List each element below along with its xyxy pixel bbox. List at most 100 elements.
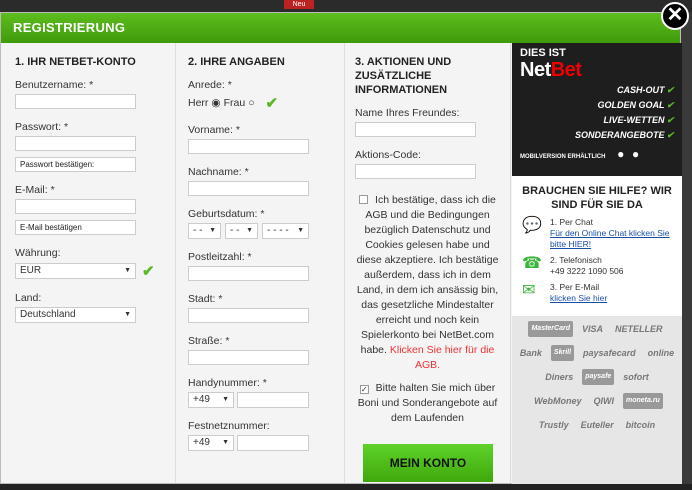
phone-title: 2. Telefonisch [550, 255, 602, 265]
chat-title: 1. Per Chat [550, 217, 593, 227]
promotions-section-title: 3. AKTIONEN UND ZUSÄTZLICHE INFORMATIONE… [355, 56, 452, 96]
payment-logo: Bank [519, 348, 542, 358]
dob-year-select[interactable]: - - - - ▼ [262, 223, 309, 239]
chevron-down-icon: ▼ [124, 267, 131, 274]
payment-logo-grid: MasterCard VISA NETELLER Bank Skrill paysafec… [516, 321, 678, 433]
email-input[interactable] [15, 199, 136, 214]
mobile-input[interactable] [237, 392, 309, 408]
netbet-logo: NetBet [520, 59, 674, 82]
logo-net: Net [520, 59, 551, 81]
payment-methods: MasterCard VISA NETELLER Bank Skrill paysafec… [512, 316, 682, 485]
newsletter-checkbox[interactable]: ✓ [359, 385, 369, 394]
help-chat-row: 💬 1. Per Chat Für den Online Chat klicke… [518, 217, 676, 250]
modal-header: REGISTRIERUNG [1, 13, 680, 43]
payment-logo: QIWI [593, 396, 615, 406]
promo-code-input[interactable] [355, 164, 476, 179]
payment-logo: Trustly [538, 420, 569, 430]
terms-block: Ich bestätige, dass ich die AGB und die … [355, 193, 500, 373]
feature-item: SONDERANGEBOTE ✔ [574, 130, 674, 140]
city-input[interactable] [188, 308, 309, 323]
payment-logo: paysafecard [583, 348, 636, 358]
details-section-title: 2. IHRE ANGABEN [188, 56, 285, 68]
payment-logo: MasterCard [528, 321, 573, 337]
feature-item: GOLDEN GOAL ✔ [597, 100, 674, 110]
payment-logo: online [647, 348, 675, 358]
chevron-down-icon: ▼ [209, 227, 216, 234]
terms-link[interactable]: Klicken Sie hier für die AGB. [390, 344, 494, 371]
friend-input[interactable] [355, 122, 476, 137]
apple-icon[interactable]: ● [617, 147, 624, 161]
friend-label: Name Ihres Freundes: [355, 107, 460, 119]
salutation-frau-label: Frau [223, 97, 246, 109]
chat-link[interactable]: Für den Online Chat klicken Sie bitte HI… [550, 228, 670, 249]
salutation-frau-radio[interactable]: ○ [248, 97, 254, 109]
first-name-input[interactable] [188, 139, 309, 154]
mobile-prefix-select[interactable]: +49 ▼ [188, 392, 234, 408]
currency-select[interactable]: EUR ▼ [15, 263, 136, 279]
landline-prefix-select[interactable]: +49 ▼ [188, 435, 234, 451]
close-button[interactable]: ✕ [661, 2, 689, 30]
postcode-input[interactable] [188, 266, 309, 281]
password-input[interactable] [15, 136, 136, 151]
help-section: BRAUCHEN SIE HILFE? WIR SIND FÜR SIE DA … [512, 176, 682, 316]
create-account-button[interactable]: MEIN KONTO ERSTELLEN [363, 444, 493, 482]
email-label: E-Mail: * [15, 184, 55, 196]
newsletter-text: Bitte halten Sie mich über Boni und Sond… [357, 382, 498, 424]
email-title: 3. Per E-Mail [550, 282, 600, 292]
email-confirm-input[interactable]: E-Mail bestätigen [15, 220, 136, 235]
help-email-row: ✉ 3. Per E-Mail klicken Sie hier [518, 282, 676, 304]
account-section-title: 1. IHR NETBET-KONTO [15, 56, 136, 68]
password-confirm-input[interactable]: Passwort bestätigen: [15, 157, 136, 172]
feature-item: CASH-OUT ✔ [616, 85, 674, 95]
details-column: 2. IHRE ANGABEN Anrede: * Herr ◉ Frau ○ … [176, 43, 345, 483]
checkmark-icon: ✔ [265, 95, 279, 112]
city-label: Stadt: * [188, 293, 223, 305]
chevron-down-icon: ▼ [246, 227, 253, 234]
payment-logo: paysafe [582, 369, 615, 385]
chevron-down-icon: ▼ [124, 311, 131, 318]
country-value: Deutschland [20, 309, 76, 320]
chat-icon: 💬 [522, 217, 542, 234]
sidebar: DIES IST NetBet CASH-OUT ✔ GOLDEN GOAL ✔ L… [512, 43, 682, 485]
username-input[interactable] [15, 94, 136, 109]
landline-input[interactable] [237, 435, 309, 451]
payment-logo: Euteller [580, 420, 614, 430]
account-column: 1. IHR NETBET-KONTO Benutzername: * Pass… [1, 43, 176, 483]
promo-code-label: Aktions-Code: [355, 149, 421, 161]
checkmark-icon: ✔ [142, 263, 155, 280]
payment-logo: sofort [623, 372, 649, 382]
dob-day-value: - - [193, 225, 203, 236]
phone-icon: ☎ [522, 255, 542, 272]
last-name-label: Nachname: * [188, 166, 249, 178]
registration-modal: REGISTRIERUNG 1. IHR NETBET-KONTO Benutz… [0, 12, 682, 485]
street-input[interactable] [188, 350, 309, 365]
dob-label: Geburtsdatum: * [188, 208, 265, 220]
mobile-version-text: MOBILVERSION ERHÄLTLICH [520, 154, 606, 160]
salutation-herr-radio[interactable]: ◉ [211, 97, 220, 109]
promo-heading: DIES IST [520, 47, 566, 59]
dob-day-select[interactable]: - - ▼ [188, 223, 221, 239]
netbet-promo: DIES IST NetBet CASH-OUT ✔ GOLDEN GOAL ✔ L… [512, 43, 682, 176]
last-name-input[interactable] [188, 181, 309, 196]
country-label: Land: [15, 292, 42, 304]
mobile-label: Handynummer: * [188, 377, 267, 389]
dob-year-value: - - - - [267, 225, 289, 236]
dob-month-select[interactable]: - - ▼ [225, 223, 258, 239]
chevron-down-icon: ▼ [222, 439, 229, 446]
help-title: BRAUCHEN SIE HILFE? WIR SIND FÜR SIE DA [522, 185, 672, 211]
email-link[interactable]: klicken Sie hier [550, 293, 607, 303]
terms-text: Ich bestätige, dass ich die AGB und die … [356, 194, 499, 356]
android-icon[interactable]: ● [632, 147, 639, 161]
terms-checkbox[interactable] [359, 195, 369, 204]
payment-logo: Diners [545, 372, 574, 382]
payment-logo: WebMoney [534, 396, 582, 406]
feature-list: CASH-OUT ✔ GOLDEN GOAL ✔ LIVE-WETTEN ✔ SOND… [520, 83, 674, 143]
payment-logo: bitcoin [625, 420, 656, 430]
country-select[interactable]: Deutschland ▼ [15, 307, 136, 323]
help-phone-row: ☎ 2. Telefonisch +49 3222 1090 506 [518, 255, 676, 277]
phone-number: +49 3222 1090 506 [550, 266, 624, 276]
newsletter-block: ✓ Bitte halten Sie mich über Boni und So… [355, 381, 500, 426]
salutation-label: Anrede: * [188, 79, 232, 91]
first-name-label: Vorname: * [188, 124, 240, 136]
dob-month-value: - - [230, 225, 240, 236]
